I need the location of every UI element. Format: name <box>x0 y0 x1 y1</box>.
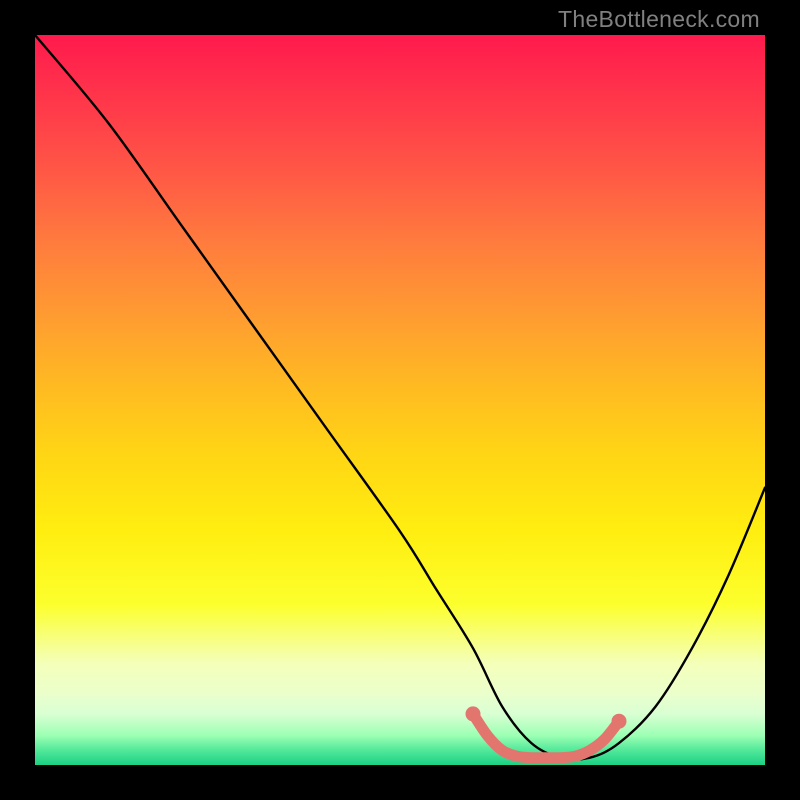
chart-frame: TheBottleneck.com <box>0 0 800 800</box>
highlight-endpoint <box>612 714 627 729</box>
chart-svg <box>35 35 765 765</box>
optimal-range-highlight <box>473 714 619 758</box>
highlight-endpoint <box>466 706 481 721</box>
watermark-text: TheBottleneck.com <box>558 6 760 33</box>
bottleneck-curve <box>35 35 765 760</box>
plot-area <box>35 35 765 765</box>
optimal-range-endpoints <box>466 706 627 728</box>
